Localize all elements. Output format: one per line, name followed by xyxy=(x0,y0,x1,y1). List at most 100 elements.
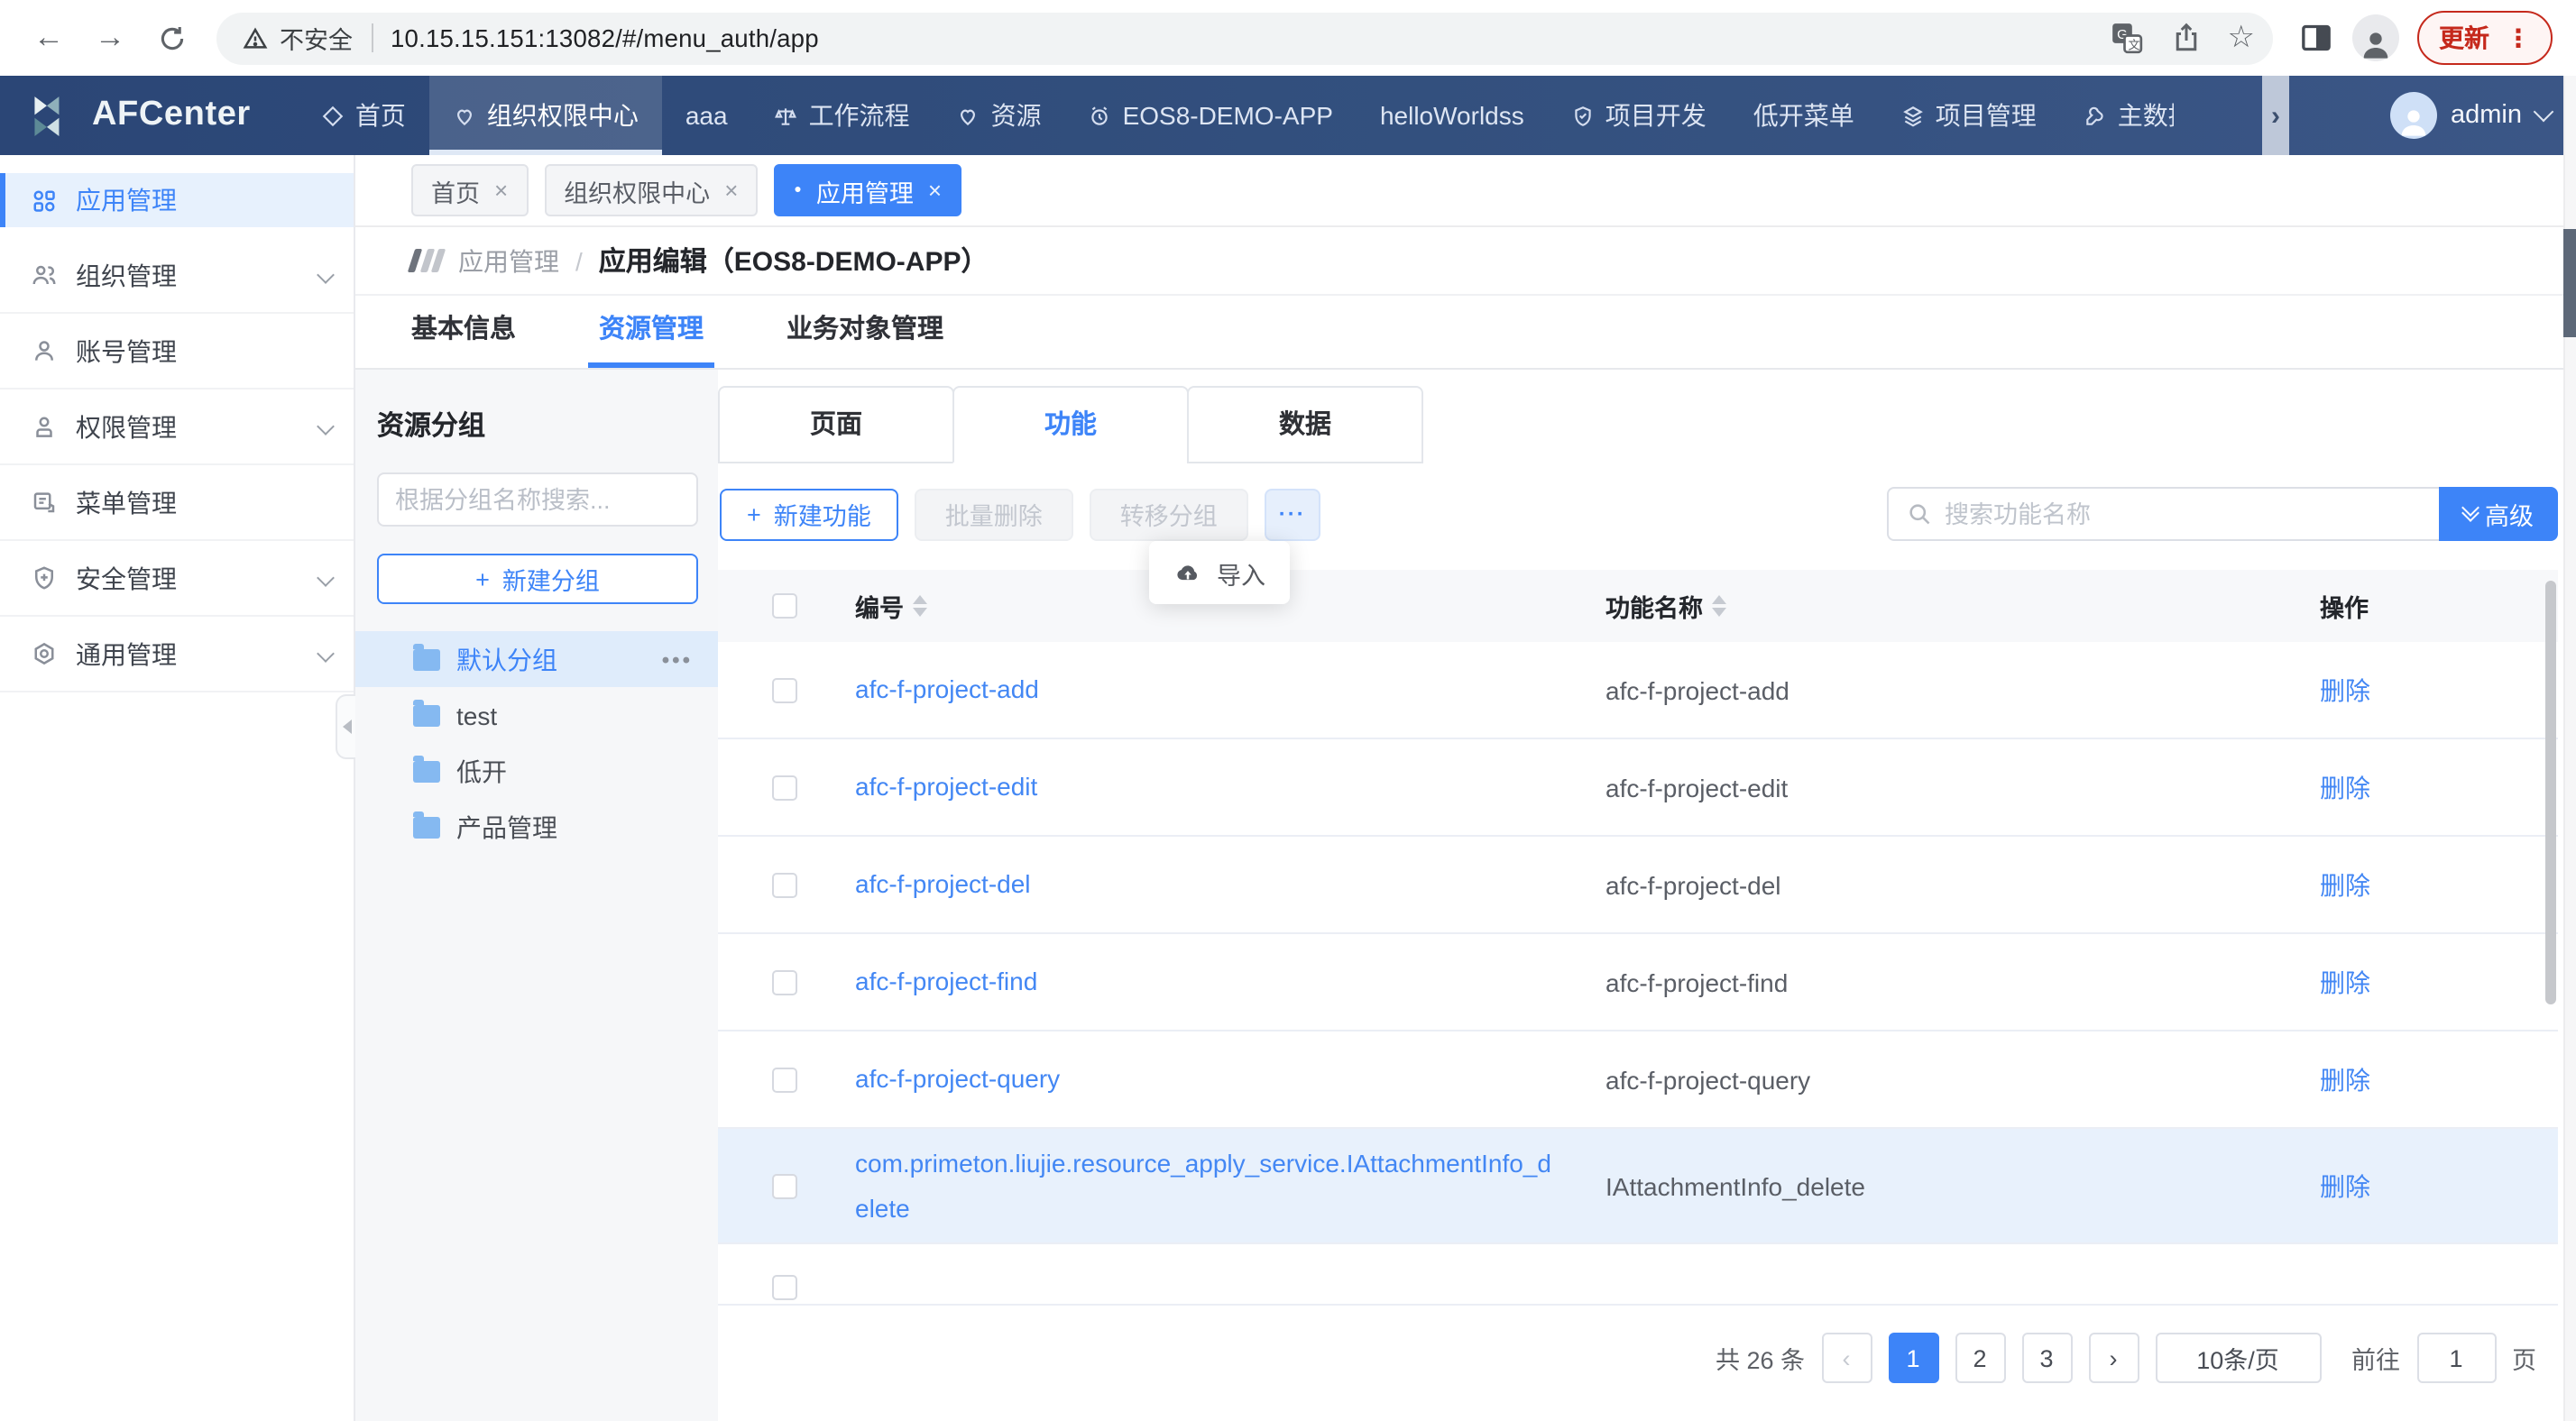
tab-chip-home[interactable]: 首页 × xyxy=(411,164,528,216)
nav-item-master-data[interactable]: 主数据管理 xyxy=(2060,76,2174,155)
app-logo[interactable]: AFCenter xyxy=(0,76,298,155)
close-icon[interactable]: × xyxy=(724,177,738,204)
delete-link[interactable]: 删除 xyxy=(2320,1061,2558,1097)
function-code-link[interactable]: afc-f-project-find xyxy=(855,960,1605,1004)
page-scrollbar-thumb[interactable] xyxy=(2563,229,2576,337)
nav-item-eos8-demo-app[interactable]: EOS8-DEMO-APP xyxy=(1065,76,1357,155)
nav-item-workflow[interactable]: 工作流程 xyxy=(751,76,934,155)
chrome-update-button[interactable]: 更新 ⋮ xyxy=(2417,11,2553,65)
nav-item-project-dev[interactable]: 项目开发 xyxy=(1548,76,1730,155)
advanced-search-button[interactable]: 高级 xyxy=(2439,487,2558,541)
nav-item-lowcode-menu[interactable]: 低开菜单 xyxy=(1730,76,1878,155)
group-item-test[interactable]: test xyxy=(355,687,718,743)
delete-link[interactable]: 删除 xyxy=(2320,769,2558,805)
group-item-product[interactable]: 产品管理 xyxy=(355,799,718,855)
sidebar-item-security-management[interactable]: 安全管理 xyxy=(0,541,354,617)
function-search-box[interactable] xyxy=(1887,487,2439,541)
row-checkbox[interactable] xyxy=(772,1275,797,1300)
delete-link[interactable]: 删除 xyxy=(2320,672,2558,708)
row-checkbox[interactable] xyxy=(772,872,797,897)
function-code-link[interactable]: afc-f-project-query xyxy=(855,1058,1605,1102)
delete-link[interactable]: 删除 xyxy=(2320,1168,2558,1204)
sort-icon[interactable] xyxy=(1712,595,1726,617)
column-header-code[interactable]: 编号 xyxy=(855,588,904,624)
user-menu[interactable]: admin xyxy=(2389,76,2551,155)
panel-collapse-handle[interactable] xyxy=(336,694,355,759)
row-checkbox[interactable] xyxy=(772,677,797,702)
batch-delete-button[interactable]: 批量删除 xyxy=(915,488,1073,540)
column-header-name[interactable]: 功能名称 xyxy=(1605,588,1703,624)
row-checkbox[interactable] xyxy=(772,775,797,800)
security-status[interactable]: 不安全 xyxy=(242,20,353,56)
delete-link[interactable]: 删除 xyxy=(2320,964,2558,1000)
tab-basic-info[interactable]: 基本信息 xyxy=(411,296,516,368)
group-item-default[interactable]: 默认分组 ••• xyxy=(355,631,718,687)
group-item-lowcode[interactable]: 低开 xyxy=(355,743,718,799)
page-button-1[interactable]: 1 xyxy=(1888,1333,1938,1383)
function-code-link[interactable]: com.primeton.liujie.resource_apply_servi… xyxy=(855,1141,1605,1230)
person-badge-icon xyxy=(31,413,58,440)
bookmark-star-icon[interactable]: ☆ xyxy=(2228,20,2256,56)
prev-page-button[interactable]: ‹ xyxy=(1821,1333,1872,1383)
sidebar-item-permission-management[interactable]: 权限管理 xyxy=(0,390,354,465)
group-more-icon[interactable]: ••• xyxy=(662,646,693,672)
browser-profile-avatar[interactable] xyxy=(2352,14,2399,61)
table-scrollbar-thumb[interactable] xyxy=(2545,581,2556,1004)
group-search-input[interactable] xyxy=(377,472,698,527)
page-button-3[interactable]: 3 xyxy=(2021,1333,2072,1383)
breadcrumb-parent[interactable]: 应用管理 xyxy=(458,243,559,279)
forward-icon[interactable]: → xyxy=(87,14,133,61)
nav-scroll-right-arrow[interactable]: › xyxy=(2262,76,2289,155)
function-search-input[interactable] xyxy=(1945,500,2421,527)
nav-item-home[interactable]: 首页 xyxy=(298,76,429,155)
share-icon[interactable] xyxy=(2170,22,2203,54)
translate-icon[interactable]: G 文 xyxy=(2109,20,2145,56)
tab-business-object-management[interactable]: 业务对象管理 xyxy=(787,296,943,368)
tab-data[interactable]: 数据 xyxy=(1187,386,1423,463)
sidebar-item-general-management[interactable]: 通用管理 xyxy=(0,617,354,692)
transfer-group-button[interactable]: 转移分组 xyxy=(1090,488,1248,540)
nav-item-org-auth-center[interactable]: 组织权限中心 xyxy=(429,76,662,155)
goto-page-input[interactable] xyxy=(2416,1333,2496,1383)
side-panel-icon[interactable] xyxy=(2298,20,2334,56)
nav-item-helloworldss[interactable]: helloWorldss xyxy=(1357,76,1548,155)
nav-item-resource[interactable]: 资源 xyxy=(934,76,1065,155)
sidebar-item-org-management[interactable]: 组织管理 xyxy=(0,238,354,314)
chevron-down-icon xyxy=(317,417,335,435)
nav-item-project-mgmt[interactable]: 项目管理 xyxy=(1878,76,2060,155)
tab-chip-org-auth-center[interactable]: 组织权限中心 × xyxy=(544,164,758,216)
import-menu-item[interactable]: 导入 xyxy=(1149,541,1290,604)
select-all-checkbox[interactable] xyxy=(772,593,797,619)
new-group-button[interactable]: + 新建分组 xyxy=(377,554,698,604)
tab-functions[interactable]: 功能 xyxy=(952,386,1189,463)
browser-menu-icon[interactable]: ⋮ xyxy=(2506,23,2531,53)
new-function-button[interactable]: + 新建功能 xyxy=(720,488,898,540)
function-code-link[interactable]: afc-f-project-edit xyxy=(855,766,1605,810)
page-size-select[interactable]: 10条/页 xyxy=(2155,1333,2321,1383)
back-icon[interactable]: ← xyxy=(25,14,72,61)
tab-resource-management[interactable]: 资源管理 xyxy=(599,296,704,368)
url-text[interactable]: 10.15.15.151:13082/#/menu_auth/app xyxy=(391,24,2109,51)
sidebar-item-account-management[interactable]: 账号管理 xyxy=(0,314,354,390)
sort-icon[interactable] xyxy=(913,595,927,617)
tab-chip-app-management[interactable]: ● 应用管理 × xyxy=(774,164,961,216)
breadcrumb-icon xyxy=(411,249,442,272)
row-checkbox[interactable] xyxy=(772,1173,797,1198)
close-icon[interactable]: × xyxy=(928,177,942,204)
nav-item-aaa[interactable]: aaa xyxy=(662,76,751,155)
row-checkbox[interactable] xyxy=(772,1067,797,1092)
delete-link[interactable]: 删除 xyxy=(2320,866,2558,903)
row-checkbox[interactable] xyxy=(772,969,797,995)
more-actions-button[interactable]: ··· xyxy=(1265,488,1320,540)
page-button-2[interactable]: 2 xyxy=(1955,1333,2005,1383)
function-code-link[interactable]: afc-f-project-add xyxy=(855,668,1605,712)
address-bar[interactable]: 不安全 10.15.15.151:13082/#/menu_auth/app G… xyxy=(216,12,2273,64)
heart-icon xyxy=(957,104,980,127)
tab-pages[interactable]: 页面 xyxy=(718,386,954,463)
function-code-link[interactable]: afc-f-project-del xyxy=(855,863,1605,907)
sidebar-item-app-management[interactable]: 应用管理 xyxy=(0,173,354,227)
next-page-button[interactable]: › xyxy=(2088,1333,2139,1383)
sidebar-item-menu-management[interactable]: 菜单管理 xyxy=(0,465,354,541)
reload-icon[interactable] xyxy=(148,14,195,61)
close-icon[interactable]: × xyxy=(494,177,508,204)
